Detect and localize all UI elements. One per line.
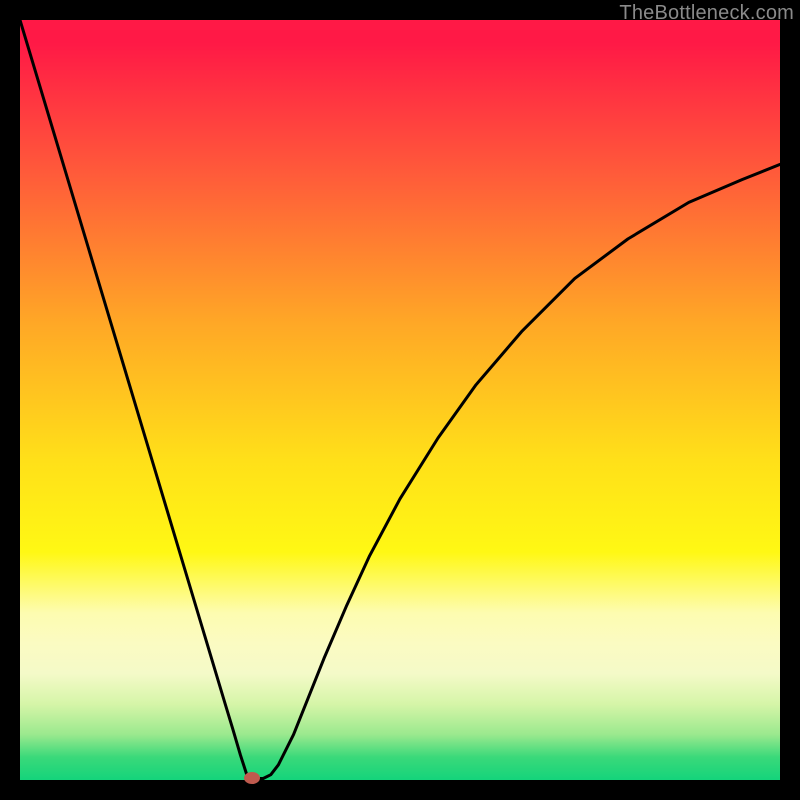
minimum-marker bbox=[244, 772, 260, 784]
chart-curve-svg bbox=[20, 20, 780, 780]
bottleneck-curve-path bbox=[20, 20, 780, 778]
chart-frame bbox=[20, 20, 780, 780]
chart-plot bbox=[20, 20, 780, 780]
